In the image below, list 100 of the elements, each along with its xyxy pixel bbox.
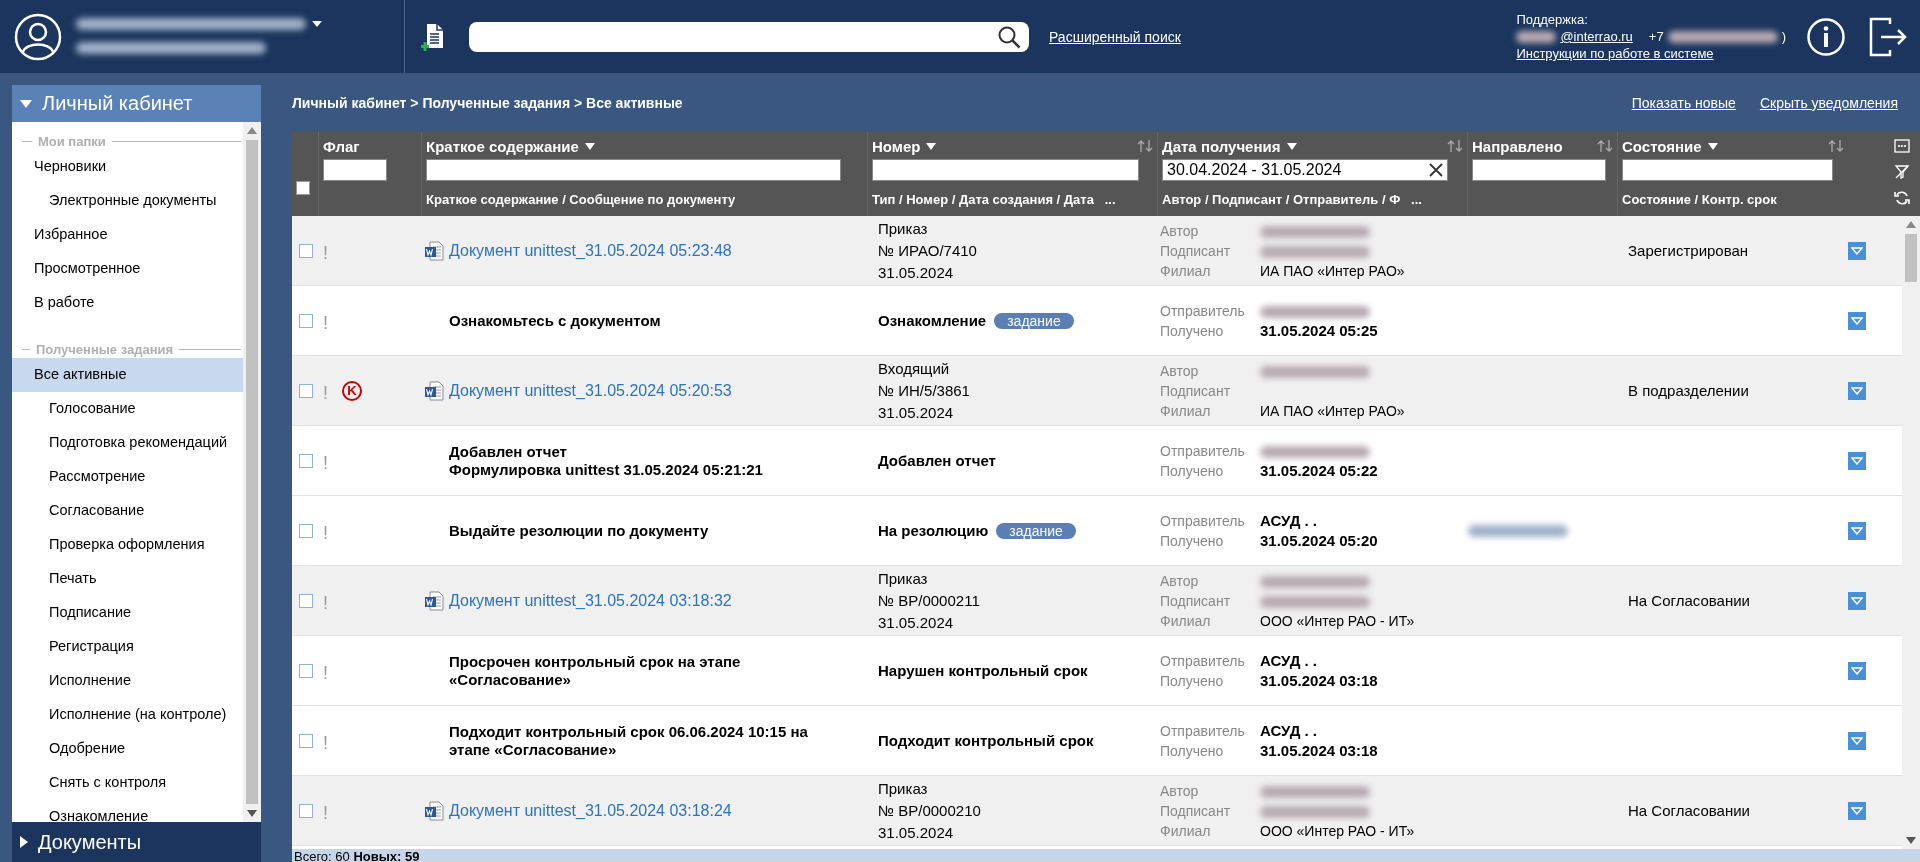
caret-icon[interactable] xyxy=(926,142,937,150)
action-link[interactable]: Показать новые xyxy=(1631,94,1736,111)
logout-icon[interactable] xyxy=(1868,15,1908,58)
phone-text: ) xyxy=(1781,29,1786,44)
caret-icon[interactable] xyxy=(312,21,322,27)
sidebar-item[interactable]: Все активные xyxy=(12,358,243,392)
sidebar-item[interactable]: Голосование xyxy=(12,392,243,426)
advanced-search-link[interactable]: Расширенный поиск xyxy=(1049,28,1181,45)
filter-field[interactable] xyxy=(323,159,387,181)
filter-field[interactable] xyxy=(1472,159,1606,181)
row-menu-button[interactable] xyxy=(1848,451,1866,470)
status-text: В подразделении xyxy=(1627,382,1749,399)
column-header[interactable]: Состояние xyxy=(1622,137,1702,155)
email-link[interactable]: @interrao.ru xyxy=(1560,29,1633,44)
scroll-thumb[interactable] xyxy=(1905,234,1917,282)
task-title: Просрочен контрольный срок на этапе «Согласование» xyxy=(448,652,742,689)
filter-off-icon[interactable] xyxy=(1893,164,1910,180)
info-icon[interactable] xyxy=(1806,16,1846,57)
row-checkbox[interactable] xyxy=(298,803,313,818)
row-menu-button[interactable] xyxy=(1848,521,1866,540)
more-icon[interactable] xyxy=(1893,138,1910,154)
sidebar-item[interactable]: Подготовка рекомендаций xyxy=(12,426,243,460)
row-menu-button[interactable] xyxy=(1848,801,1866,820)
document-link[interactable]: Документ unittest_31.05.2024 03:18:32 xyxy=(449,591,732,610)
field-label: Отправитель xyxy=(1160,301,1246,321)
field-label: Получено xyxy=(1160,671,1225,691)
row-checkbox[interactable] xyxy=(298,243,313,258)
filter-field[interactable] xyxy=(426,159,842,181)
column-header[interactable]: Флаг xyxy=(323,137,360,155)
avatar-icon[interactable] xyxy=(14,12,62,61)
sidebar-panel-header[interactable]: Личный кабинет xyxy=(12,85,261,122)
sidebar-item[interactable]: Исполнение (на контроле) xyxy=(12,698,243,732)
scroll-down-icon[interactable] xyxy=(247,810,257,818)
search-field[interactable] xyxy=(469,21,1029,52)
sidebar-item[interactable]: Исполнение xyxy=(12,664,243,698)
row-menu-button[interactable] xyxy=(1848,731,1866,750)
sidebar-item[interactable]: Просмотренное xyxy=(12,252,243,286)
caret-icon[interactable] xyxy=(1707,142,1718,150)
sidebar-item[interactable]: Подписание xyxy=(12,596,243,630)
sort-icon[interactable] xyxy=(1137,139,1153,153)
word-document-icon xyxy=(424,590,444,611)
sidebar-item[interactable]: Согласование xyxy=(12,494,243,528)
sidebar-item[interactable]: Электронные документы xyxy=(12,184,243,218)
row-checkbox[interactable] xyxy=(298,453,313,468)
column-header[interactable]: Номер xyxy=(872,137,921,155)
row-checkbox[interactable] xyxy=(298,663,313,678)
refresh-icon[interactable] xyxy=(1893,190,1910,206)
sidebar-item[interactable]: Одобрение xyxy=(12,732,243,766)
scroll-up-icon[interactable] xyxy=(1906,220,1916,228)
column-header[interactable]: Направлено xyxy=(1472,137,1563,155)
scrollbar[interactable] xyxy=(243,122,261,822)
instructions-link[interactable]: Инструкции по работе в системе xyxy=(1516,46,1786,61)
document-link[interactable]: Документ unittest_31.05.2024 05:23:48 xyxy=(449,241,732,260)
sort-icon[interactable] xyxy=(1828,139,1844,153)
select-all-checkbox[interactable] xyxy=(296,181,310,195)
sidebar-item[interactable]: Проверка оформления xyxy=(12,528,243,562)
row-checkbox[interactable] xyxy=(298,523,313,538)
sidebar-item[interactable]: Снять с контроля xyxy=(12,766,243,800)
scroll-thumb[interactable] xyxy=(246,140,258,804)
sort-icon[interactable] xyxy=(1597,139,1613,153)
sidebar-item[interactable]: Регистрация xyxy=(12,630,243,664)
filter-field[interactable]: 30.04.2024 - 31.05.2024 xyxy=(1162,159,1448,181)
field-value: 31.05.2024 05:20 xyxy=(1260,530,1378,551)
sort-icon[interactable] xyxy=(1447,139,1463,153)
filter-field[interactable] xyxy=(872,159,1139,181)
scroll-up-icon[interactable] xyxy=(247,126,257,134)
document-link[interactable]: Документ unittest_31.05.2024 03:18:24 xyxy=(449,801,732,820)
search-icon[interactable] xyxy=(997,24,1021,49)
task-badge: задание xyxy=(996,522,1076,539)
column-header[interactable]: Краткое содержание xyxy=(426,137,579,155)
clear-icon[interactable] xyxy=(1428,163,1443,177)
caret-icon xyxy=(1851,456,1863,465)
word-document-icon xyxy=(424,240,444,261)
row-checkbox[interactable] xyxy=(298,383,313,398)
row-menu-button[interactable] xyxy=(1848,591,1866,610)
caret-icon[interactable] xyxy=(1286,142,1297,150)
caret-icon[interactable] xyxy=(584,142,595,150)
row-menu-button[interactable] xyxy=(1848,661,1866,680)
row-checkbox[interactable] xyxy=(298,733,313,748)
column-header[interactable]: Дата получения xyxy=(1162,137,1281,155)
sidebar-item[interactable]: Печать xyxy=(12,562,243,596)
sidebar-item[interactable]: Рассмотрение xyxy=(12,460,243,494)
document-link[interactable]: Документ unittest_31.05.2024 05:20:53 xyxy=(449,381,732,400)
sidebar-item[interactable]: Ознакомление xyxy=(12,800,243,822)
sidebar-item[interactable]: Черновики xyxy=(12,150,243,184)
filter-field[interactable] xyxy=(1622,159,1833,181)
row-menu-button[interactable] xyxy=(1848,381,1866,400)
scroll-down-icon[interactable] xyxy=(1906,837,1916,845)
field-value: 31.05.2024 03:18 xyxy=(1260,740,1378,761)
scrollbar[interactable] xyxy=(1902,216,1920,849)
row-menu-button[interactable] xyxy=(1848,241,1866,260)
sidebar-item[interactable]: Избранное xyxy=(12,218,243,252)
row-menu-button[interactable] xyxy=(1848,311,1866,330)
row-checkbox[interactable] xyxy=(298,313,313,328)
section-label: Полученные задания xyxy=(36,341,174,357)
row-checkbox[interactable] xyxy=(298,593,313,608)
action-link[interactable]: Скрыть уведомления xyxy=(1759,94,1898,111)
sidebar-item[interactable]: В работе xyxy=(12,286,243,320)
sidebar-panel-header[interactable]: Документы xyxy=(12,822,261,862)
field-value: 31.05.2024 05:22 xyxy=(1260,460,1378,481)
